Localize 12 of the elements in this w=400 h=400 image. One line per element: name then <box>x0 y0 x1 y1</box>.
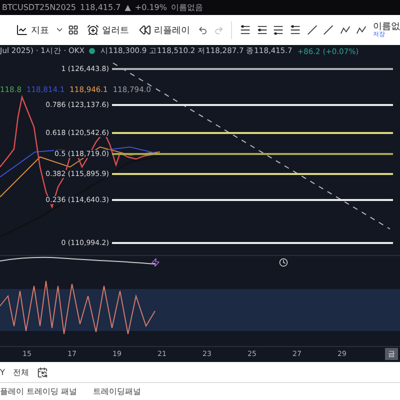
symbol-text: BTCUSDT25N2025 <box>2 3 76 12</box>
panel-tab[interactable]: 플레이 트레이딩 패널 <box>0 386 78 397</box>
replay-button[interactable]: 리플레이 <box>136 22 192 38</box>
up-arrow: ▲ <box>124 3 131 12</box>
panel-tab[interactable]: 트레이딩패널 <box>93 386 142 397</box>
price-text: 118,415.7 <box>80 3 121 12</box>
range-button[interactable]: Y <box>0 368 5 376</box>
range-button[interactable]: 전체 <box>12 366 29 378</box>
indicators-button[interactable]: 지표 <box>14 22 51 38</box>
layout-name-text: 이름없음 <box>171 2 203 13</box>
alert-button[interactable]: 얼러트 <box>84 22 131 38</box>
change-text: +0.19% <box>134 3 167 12</box>
